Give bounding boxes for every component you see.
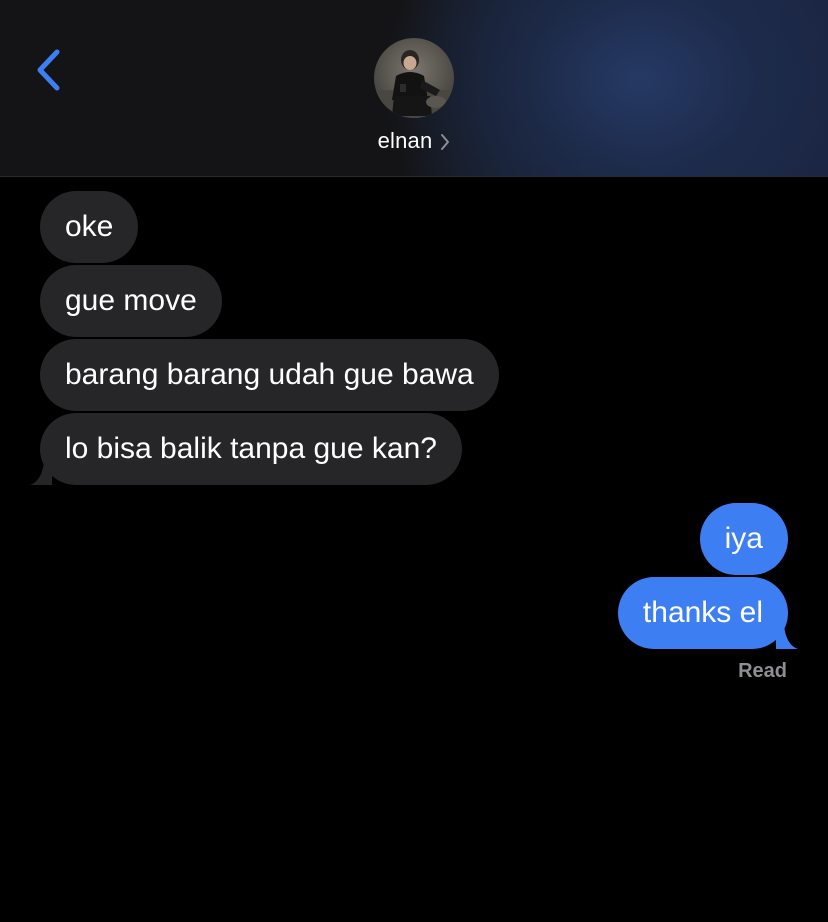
message-bubble[interactable]: gue move <box>40 265 222 337</box>
message-text: barang barang udah gue bawa <box>65 358 474 391</box>
message-incoming: lo bisa balik tanpa gue kan? <box>30 413 462 485</box>
contact-details-link[interactable]: elnan <box>0 124 828 158</box>
message-text: thanks el <box>642 596 763 629</box>
message-text: gue move <box>65 284 197 317</box>
message-incoming: oke <box>40 191 139 263</box>
conversation-header: elnan <box>0 0 828 177</box>
message-text: iya <box>724 522 763 555</box>
message-text: oke <box>65 210 114 243</box>
message-thread: oke gue move barang barang udah gue bawa… <box>0 177 828 922</box>
contact-avatar[interactable] <box>374 38 454 118</box>
message-bubble[interactable]: oke <box>40 191 139 263</box>
message-bubble[interactable]: iya <box>699 503 788 575</box>
message-incoming: gue move <box>40 265 222 337</box>
message-bubble[interactable]: lo bisa balik tanpa gue kan? <box>40 413 462 485</box>
back-button[interactable] <box>24 44 72 96</box>
message-bubble[interactable]: barang barang udah gue bawa <box>40 339 499 411</box>
message-outgoing: thanks el <box>617 577 798 649</box>
chevron-left-icon <box>37 49 60 91</box>
message-incoming: barang barang udah gue bawa <box>40 339 499 411</box>
messages-screen: elnan oke gue move barang barang udah gu… <box>0 0 828 922</box>
avatar-photo <box>374 38 454 118</box>
contact-name: elnan <box>377 128 433 153</box>
message-outgoing: iya <box>699 503 788 575</box>
read-receipt: Read <box>738 660 787 682</box>
message-text: lo bisa balik tanpa gue kan? <box>65 432 437 465</box>
chevron-right-icon <box>440 133 450 151</box>
message-bubble[interactable]: thanks el <box>617 577 788 649</box>
